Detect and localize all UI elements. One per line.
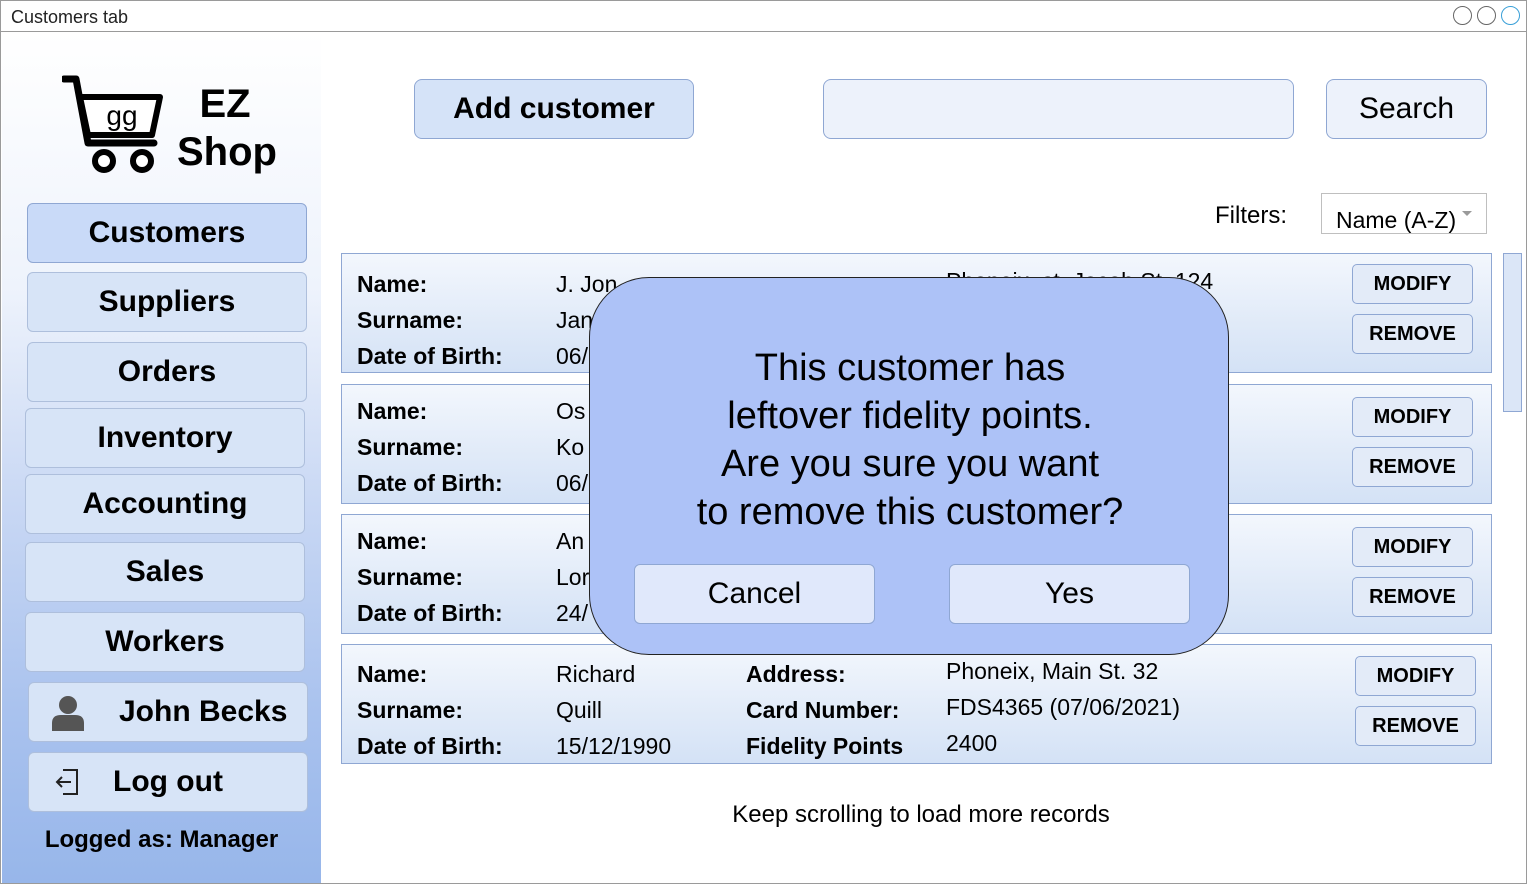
remove-button[interactable]: REMOVE [1355, 706, 1476, 746]
dob-label: Date of Birth: [357, 343, 503, 369]
logout-button[interactable]: Log out [28, 752, 308, 812]
shopping-cart-icon: gg [62, 75, 163, 173]
sidebar-item-inventory[interactable]: Inventory [25, 408, 305, 468]
app-window: Customers tab gg EZ Shop Customers Suppl… [0, 0, 1527, 884]
brand-name: EZ Shop [177, 80, 277, 176]
brand-line1: EZ [199, 82, 251, 126]
dialog-message-line: to remove this customer? [696, 491, 1124, 533]
chevron-down-icon [1462, 211, 1472, 216]
fidelity-points-label: Fidelity Points [746, 733, 904, 759]
sidebar-item-sales[interactable]: Sales [25, 542, 305, 602]
sidebar-item-customers[interactable]: Customers [27, 203, 307, 263]
add-customer-button[interactable]: Add customer [414, 79, 694, 139]
name-label: Name: [357, 271, 428, 297]
surname-value: Lor [556, 564, 590, 590]
title-bar: Customers tab [1, 1, 1526, 32]
remove-button[interactable]: REMOVE [1352, 314, 1473, 354]
name-label: Name: [357, 398, 428, 424]
cart-text: gg [106, 100, 137, 131]
name-label: Name: [357, 528, 428, 554]
brand-line2: Shop [177, 130, 277, 174]
dialog-message: This customer has leftover fidelity poin… [590, 344, 1230, 536]
dob-label: Date of Birth: [357, 600, 503, 626]
minimize-button[interactable] [1453, 6, 1472, 25]
confirm-remove-dialog: This customer has leftover fidelity poin… [589, 277, 1229, 655]
name-label: Name: [357, 661, 428, 687]
window-title: Customers tab [11, 7, 129, 27]
surname-value: Quill [556, 697, 603, 723]
sidebar-item-accounting[interactable]: Accounting [25, 474, 305, 534]
surname-value: Ko [556, 434, 585, 460]
address-value: Phoneix, Main St. 32 [946, 658, 1159, 684]
dialog-message-line: Are you sure you want [720, 443, 1100, 485]
logged-as-text: Logged as: Manager [44, 826, 279, 853]
dob-label: Date of Birth: [357, 470, 503, 496]
yes-button[interactable]: Yes [949, 564, 1190, 624]
name-value: Os [556, 398, 586, 424]
user-icon [52, 696, 84, 731]
scrollbar-thumb[interactable] [1503, 253, 1522, 412]
filter-dropdown[interactable]: Name (A-Z) [1321, 193, 1487, 234]
sidebar-item-workers[interactable]: Workers [25, 612, 305, 672]
dob-value: 06/ [556, 343, 588, 369]
sidebar: gg EZ Shop Customers Suppliers Orders In… [2, 32, 321, 883]
dob-value: 15/12/1990 [556, 733, 672, 759]
fidelity-points-value: 2400 [946, 730, 998, 756]
search-input[interactable] [823, 79, 1294, 139]
dialog-message-line: This customer has [754, 347, 1066, 389]
surname-label: Surname: [357, 307, 464, 333]
card-number-label: Card Number: [746, 697, 900, 723]
maximize-button[interactable] [1477, 6, 1496, 25]
surname-value: Jan [556, 307, 594, 333]
card-number-value: FDS4365 (07/06/2021) [946, 694, 1180, 720]
customer-record: Name: Surname: Date of Birth: Richard Qu… [341, 644, 1492, 764]
modify-button[interactable]: MODIFY [1352, 527, 1473, 567]
remove-button[interactable]: REMOVE [1352, 577, 1473, 617]
logout-icon [55, 769, 78, 795]
dob-value: 24/ [556, 600, 588, 626]
surname-label: Surname: [357, 564, 464, 590]
search-button[interactable]: Search [1326, 79, 1487, 139]
scroll-hint: Keep scrolling to load more records [732, 801, 1110, 828]
modify-button[interactable]: MODIFY [1355, 656, 1476, 696]
filter-value: Name (A-Z) [1336, 207, 1457, 233]
modify-button[interactable]: MODIFY [1352, 397, 1473, 437]
dialog-message-line: leftover fidelity points. [727, 395, 1093, 437]
surname-label: Surname: [357, 434, 464, 460]
user-name: John Becks [119, 695, 288, 728]
surname-label: Surname: [357, 697, 464, 723]
remove-button[interactable]: REMOVE [1352, 447, 1473, 487]
logout-label: Log out [113, 765, 223, 798]
name-value: An [556, 528, 585, 554]
address-label: Address: [746, 661, 846, 687]
modify-button[interactable]: MODIFY [1352, 264, 1473, 304]
dob-label: Date of Birth: [357, 733, 503, 759]
filters-label: Filters: [1215, 202, 1287, 229]
dob-value: 06/ [556, 470, 588, 496]
sidebar-item-suppliers[interactable]: Suppliers [27, 272, 307, 332]
close-button[interactable] [1501, 6, 1520, 25]
user-profile-button[interactable]: John Becks [28, 682, 308, 742]
cancel-button[interactable]: Cancel [634, 564, 875, 624]
sidebar-item-orders[interactable]: Orders [27, 342, 307, 402]
name-value: Richard [556, 661, 636, 687]
